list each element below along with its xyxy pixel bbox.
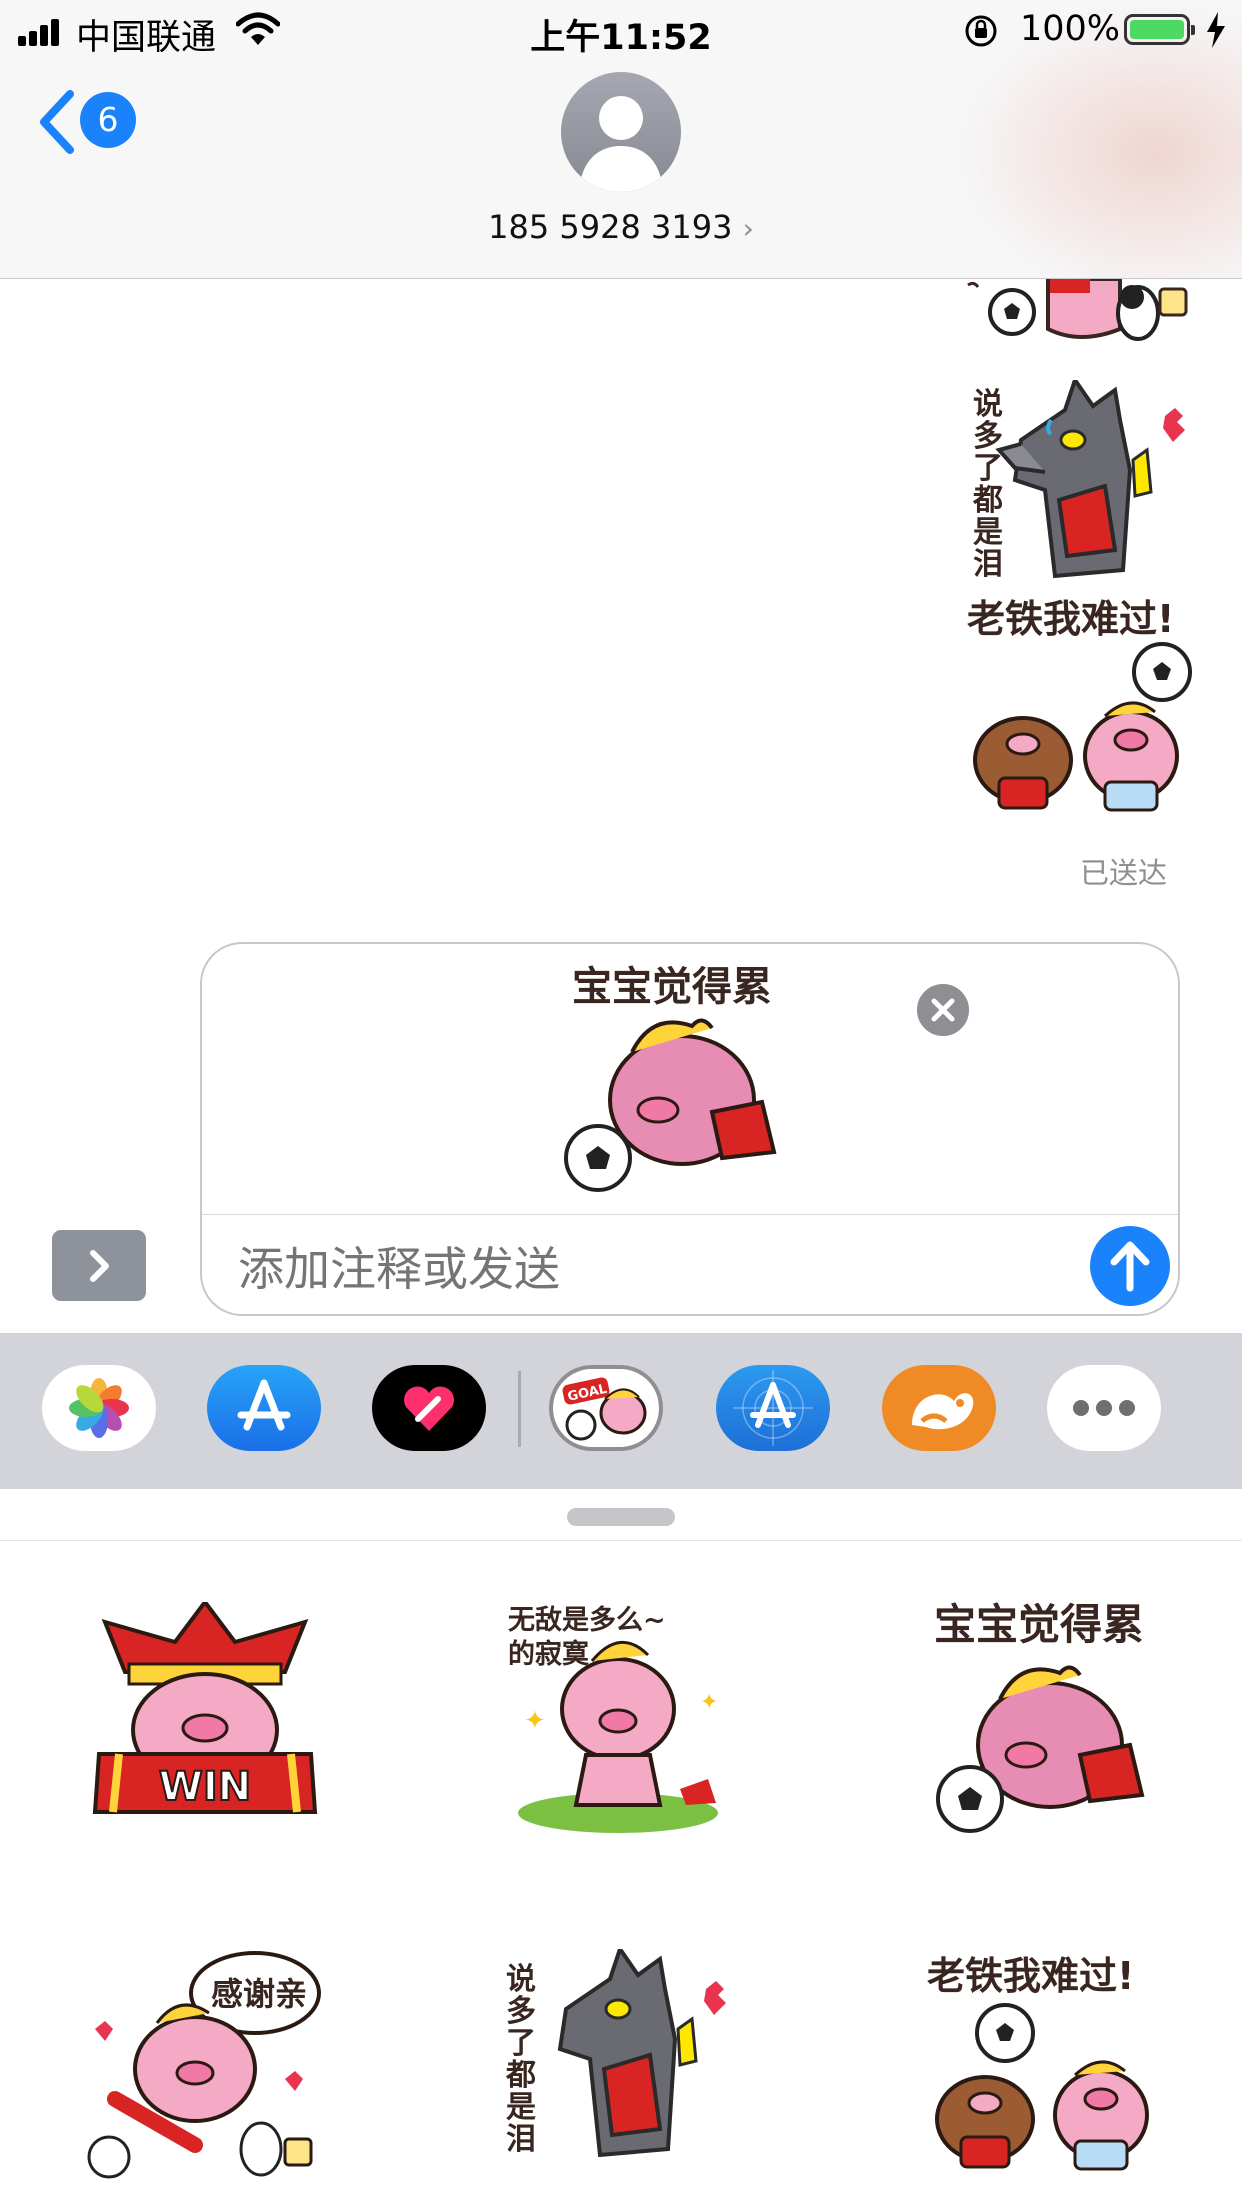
person-silhouette-icon bbox=[579, 96, 663, 192]
comment-input[interactable] bbox=[238, 1242, 978, 1296]
delivered-status: 已送达 bbox=[1080, 856, 1168, 890]
svg-text:说: 说 bbox=[506, 1962, 536, 1997]
battery-percentage: 100% bbox=[1020, 9, 1121, 49]
chevron-right-icon: › bbox=[742, 212, 754, 245]
svg-text:✦: ✦ bbox=[524, 1706, 546, 1736]
sent-sad-pigs-sticker[interactable]: 老铁我难过! bbox=[955, 590, 1200, 830]
panel-grabber-handle[interactable] bbox=[567, 1508, 675, 1526]
svg-text:是: 是 bbox=[506, 2090, 536, 2125]
sticker-text: 老铁我难过! bbox=[927, 1954, 1134, 1998]
svg-text:了: 了 bbox=[506, 2026, 536, 2061]
svg-text:了: 了 bbox=[973, 451, 1003, 486]
app-drawer: GOAL bbox=[0, 1333, 1242, 1489]
send-button[interactable] bbox=[1090, 1226, 1170, 1306]
more-apps-icon[interactable] bbox=[1047, 1365, 1161, 1451]
unread-count-badge[interactable]: 6 bbox=[80, 92, 136, 148]
battery-icon bbox=[1124, 14, 1195, 45]
svg-text:都: 都 bbox=[505, 2058, 536, 2093]
sticker-text: 感谢亲 bbox=[211, 1975, 307, 2013]
sticker-invincible-lonely-pig[interactable]: 无敌是多么~ 的寂寞 ✦ ✦ bbox=[500, 1599, 740, 1834]
show-apps-button[interactable] bbox=[52, 1230, 146, 1301]
sticker-caption: 老铁我难过! bbox=[967, 597, 1174, 641]
status-bar: 中国联通 上午11:52 100% bbox=[0, 0, 1242, 62]
contact-avatar[interactable] bbox=[561, 72, 681, 192]
sent-sticker-partial[interactable] bbox=[960, 279, 1200, 345]
panel-divider bbox=[0, 1540, 1242, 1541]
sticker-thanks-guitar-pig[interactable]: 感谢亲 bbox=[85, 1949, 330, 2184]
sticker-text: 宝宝觉得累 bbox=[934, 1600, 1144, 1649]
app-drawer-separator bbox=[518, 1371, 521, 1447]
attached-sticker-caption: 宝宝觉得累 bbox=[572, 964, 772, 1010]
chevron-right-icon bbox=[90, 1250, 109, 1282]
app-store-browser-icon[interactable] bbox=[716, 1365, 830, 1451]
sticker-sad-pigs[interactable]: 老铁我难过! bbox=[925, 1949, 1170, 2184]
app-store-icon[interactable] bbox=[207, 1365, 321, 1451]
svg-text:多: 多 bbox=[506, 1994, 536, 2029]
sticker-win-scarf-pig[interactable]: WIN bbox=[85, 1602, 325, 1832]
sticker-tired-baby-pig[interactable]: 宝宝觉得累 bbox=[930, 1599, 1170, 1839]
uc-browser-icon[interactable] bbox=[882, 1365, 996, 1451]
remove-attachment-button[interactable] bbox=[914, 981, 972, 1039]
contact-name[interactable]: 185 5928 3193 › bbox=[0, 208, 1242, 246]
charging-bolt-icon bbox=[1207, 12, 1225, 48]
message-compose-field[interactable]: 宝宝觉得累 bbox=[200, 942, 1180, 1316]
arrow-up-icon bbox=[1110, 1241, 1150, 1292]
digital-touch-icon[interactable] bbox=[372, 1365, 486, 1451]
sent-wolf-crying-sticker[interactable]: 说 多 了 都 是 泪 bbox=[955, 380, 1195, 590]
svg-text:泪: 泪 bbox=[973, 547, 1003, 582]
svg-text:都: 都 bbox=[972, 483, 1003, 518]
sticker-panel: WIN 无敌是多么~ 的寂寞 ✦ ✦ 宝宝觉得累 感谢亲 说 多 了 都 是 泪… bbox=[0, 1489, 1242, 2208]
photos-app-icon[interactable] bbox=[42, 1365, 156, 1451]
contact-number: 185 5928 3193 bbox=[488, 208, 733, 246]
rotation-lock-icon bbox=[965, 15, 997, 47]
sticker-text: WIN bbox=[159, 1764, 251, 1810]
svg-text:无敌是多么~: 无敌是多么~ bbox=[508, 1605, 666, 1636]
svg-text:✦: ✦ bbox=[700, 1690, 718, 1715]
compose-divider bbox=[202, 1214, 1178, 1215]
goal-sticker-pack-icon[interactable]: GOAL bbox=[549, 1365, 663, 1451]
svg-text:的寂寞: 的寂寞 bbox=[508, 1638, 590, 1670]
svg-text:是: 是 bbox=[973, 515, 1003, 550]
svg-text:说: 说 bbox=[973, 387, 1003, 422]
attached-sticker-tired-pig: 宝宝觉得累 bbox=[564, 964, 777, 1192]
sticker-crying-wolf[interactable]: 说 多 了 都 是 泪 bbox=[500, 1949, 740, 2184]
svg-text:泪: 泪 bbox=[506, 2122, 536, 2157]
close-icon bbox=[931, 998, 955, 1022]
